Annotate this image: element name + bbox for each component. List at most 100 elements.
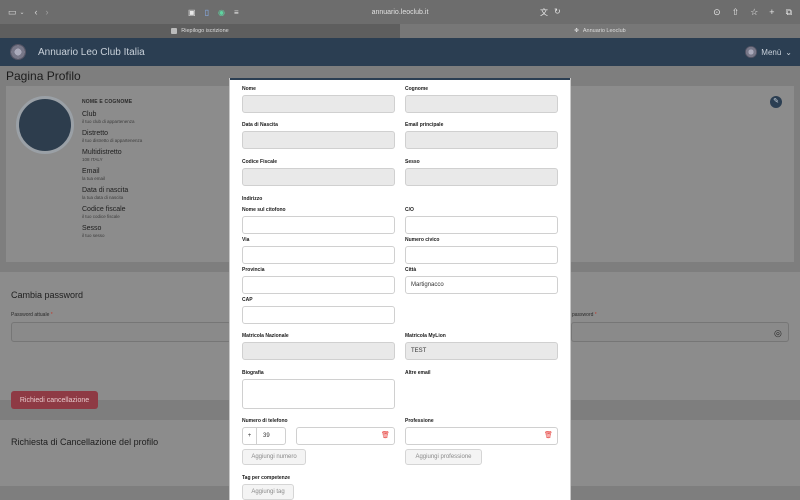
deletion-section-title: Richiesta di Cancellazione del profilo bbox=[11, 437, 159, 447]
share-icon[interactable]: ⇧ bbox=[732, 7, 740, 18]
avatar[interactable] bbox=[16, 96, 74, 154]
matricola-nazionale-input[interactable] bbox=[242, 342, 395, 360]
nome-label: Nome bbox=[242, 86, 256, 92]
trash-icon[interactable]: 🗑 bbox=[381, 431, 390, 439]
nome-input[interactable] bbox=[242, 95, 395, 113]
tab-label: Annuario Leoclub bbox=[582, 28, 626, 34]
tab-bar: Riepilogo iscrizione ✤ Annuario Leoclub bbox=[0, 24, 800, 38]
provincia-input[interactable] bbox=[242, 276, 395, 294]
browser-toolbar: ▭ ⌄ ‹ › ▣ ▯ ◉ ≡ annuario.leoclub.it 文 ↻ … bbox=[0, 0, 800, 24]
list-icon[interactable]: ≡ bbox=[234, 8, 239, 17]
reload-icon[interactable]: ↻ bbox=[554, 7, 561, 18]
field-label: Multidistretto bbox=[82, 149, 122, 156]
add-tag-button[interactable]: Aggiungi tag bbox=[242, 484, 294, 500]
email-label: Email principale bbox=[405, 122, 444, 128]
extension-green-icon[interactable]: ◉ bbox=[218, 8, 225, 17]
citta-label: Città bbox=[405, 267, 417, 273]
new-password-label: password * bbox=[572, 312, 597, 318]
menu-label: Menù bbox=[761, 47, 782, 57]
altre-email-label: Altre email bbox=[405, 370, 431, 376]
field-label: Codice fiscale bbox=[82, 206, 126, 213]
data-nascita-label: Data di Nascita bbox=[242, 122, 278, 128]
tabs-overview-icon[interactable]: ⧉ bbox=[786, 7, 792, 18]
indirizzo-heading: Indirizzo bbox=[242, 196, 263, 202]
document-icon[interactable]: ▯ bbox=[205, 8, 209, 17]
eye-slash-icon[interactable]: ◎ bbox=[774, 328, 782, 339]
tab-favicon-icon bbox=[171, 28, 178, 34]
plus-sign: + bbox=[243, 428, 257, 444]
user-avatar-icon bbox=[745, 46, 758, 58]
page-title: Pagina Profilo bbox=[6, 69, 81, 83]
field-label: Email bbox=[82, 168, 100, 175]
chevron-down-icon: ⌄ bbox=[785, 47, 792, 57]
cap-input[interactable] bbox=[242, 306, 395, 324]
cognome-input[interactable] bbox=[405, 95, 558, 113]
citofono-label: Nome sul citofono bbox=[242, 207, 286, 213]
professione-input[interactable] bbox=[405, 427, 558, 445]
tab-label: Riepilogo iscrizione bbox=[181, 28, 229, 34]
via-label: Via bbox=[242, 237, 250, 243]
sidebar-toggle-icon[interactable]: ▭ bbox=[8, 7, 17, 18]
provincia-label: Provincia bbox=[242, 267, 265, 273]
citofono-input[interactable] bbox=[242, 216, 395, 234]
phone-prefix-input[interactable]: + 39 bbox=[242, 427, 286, 445]
profile-info: NOME E COGNOME Club il tuo club di appar… bbox=[82, 99, 142, 238]
add-number-button[interactable]: Aggiungi numero bbox=[242, 449, 306, 465]
cognome-label: Cognome bbox=[405, 86, 429, 92]
tab-riepilogo[interactable]: Riepilogo iscrizione bbox=[0, 24, 400, 38]
telefono-label: Numero di telefono bbox=[242, 418, 288, 424]
request-deletion-button[interactable]: Richiedi cancellazione bbox=[11, 391, 98, 409]
field-value: la tua data di nascita bbox=[82, 195, 124, 200]
prefix-value: 39 bbox=[263, 433, 270, 439]
new-tab-icon[interactable]: + bbox=[769, 7, 774, 18]
email-input[interactable] bbox=[405, 131, 558, 149]
profile-name-heading: NOME E COGNOME bbox=[82, 99, 133, 105]
field-value: il tuo sesso bbox=[82, 233, 105, 238]
matricola-mylion-label: Matricola MyLion bbox=[405, 333, 446, 339]
matricola-mylion-input[interactable]: TEST bbox=[405, 342, 558, 360]
professione-label: Professione bbox=[405, 418, 434, 424]
co-input[interactable] bbox=[405, 216, 558, 234]
field-label: Club bbox=[82, 111, 97, 118]
codice-fiscale-input[interactable] bbox=[242, 168, 395, 186]
add-profession-button[interactable]: Aggiungi professione bbox=[405, 449, 482, 465]
civico-label: Numero civico bbox=[405, 237, 440, 243]
bookmark-icon[interactable]: ☆ bbox=[750, 7, 758, 18]
field-label: Distretto bbox=[82, 130, 109, 137]
field-value: il tuo club di appartenenza bbox=[82, 119, 135, 124]
codice-fiscale-label: Codice Fiscale bbox=[242, 159, 278, 165]
field-value: il tuo distretto di appartenenza bbox=[82, 138, 143, 143]
biografia-label: Biografia bbox=[242, 370, 264, 376]
matricola-nazionale-label: Matricola Nazionale bbox=[242, 333, 289, 339]
translate-icon[interactable]: 文 bbox=[540, 7, 548, 18]
edit-pencil-icon[interactable]: ✎ bbox=[770, 96, 782, 108]
forward-arrow-icon[interactable]: › bbox=[46, 7, 49, 17]
address-bar[interactable]: annuario.leoclub.it bbox=[0, 9, 800, 16]
field-value: il tuo codice fiscale bbox=[82, 214, 120, 219]
field-label: Sesso bbox=[82, 225, 102, 232]
modal-top-border bbox=[230, 78, 570, 80]
app-title[interactable]: Annuario Leo Club Italia bbox=[38, 47, 145, 58]
data-nascita-input[interactable] bbox=[242, 131, 395, 149]
sesso-label: Sesso bbox=[405, 159, 420, 165]
sesso-input[interactable] bbox=[405, 168, 558, 186]
extension-icon[interactable]: ▣ bbox=[188, 8, 196, 17]
biografia-textarea[interactable] bbox=[242, 379, 395, 409]
edit-profile-modal: Nome Cognome Data di Nascita Email princ… bbox=[229, 78, 571, 500]
citta-input[interactable]: Martignacco bbox=[405, 276, 558, 294]
back-arrow-icon[interactable]: ‹ bbox=[35, 7, 38, 17]
new-password-input[interactable] bbox=[571, 322, 789, 342]
menu-button[interactable]: Menù ⌄ bbox=[745, 46, 792, 58]
tab-annuario[interactable]: ✤ Annuario Leoclub bbox=[400, 24, 800, 38]
current-password-label: Password attuale * bbox=[11, 312, 53, 318]
civico-input[interactable] bbox=[405, 246, 558, 264]
co-label: C/O bbox=[405, 207, 414, 213]
trash-icon[interactable]: 🗑 bbox=[544, 431, 553, 439]
tag-label: Tag per competenze bbox=[242, 475, 290, 481]
via-input[interactable] bbox=[242, 246, 395, 264]
leo-club-logo-icon[interactable] bbox=[10, 44, 26, 60]
chevron-down-icon[interactable]: ⌄ bbox=[20, 9, 25, 16]
download-icon[interactable]: ⊙ bbox=[713, 7, 721, 18]
current-password-input[interactable] bbox=[11, 322, 231, 342]
field-value: 108 ITALY bbox=[82, 157, 103, 162]
